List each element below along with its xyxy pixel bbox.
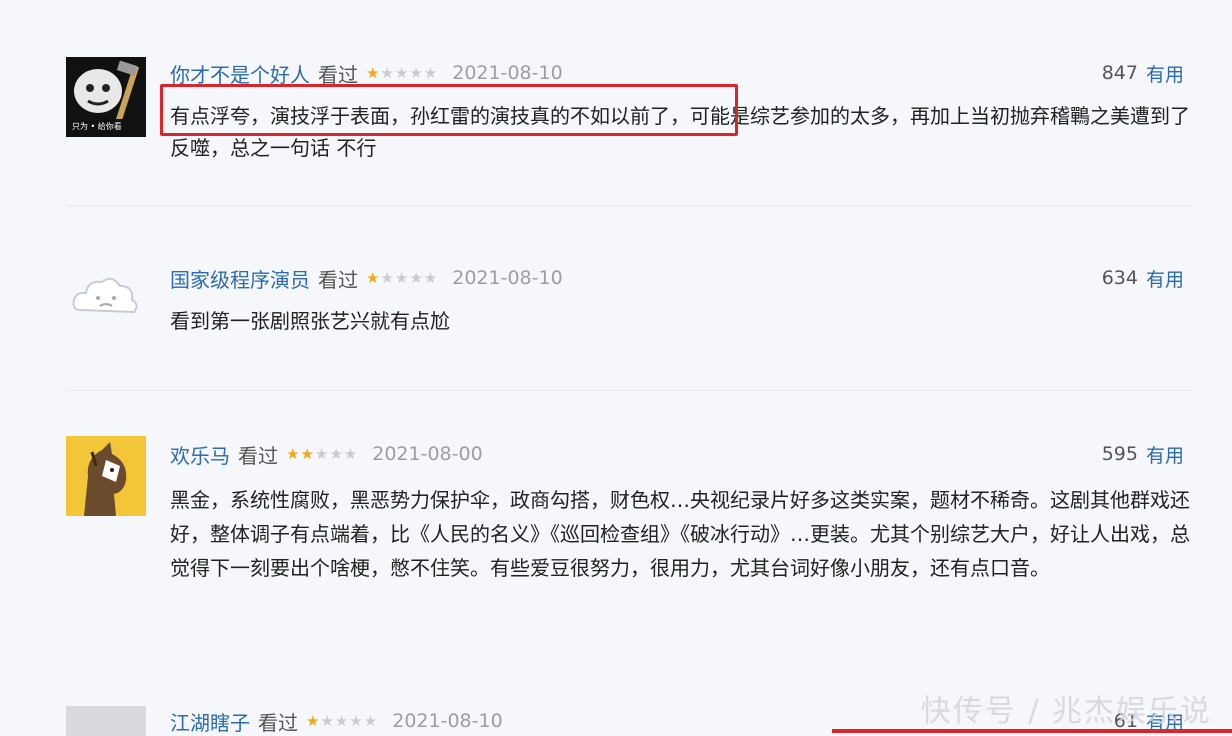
rating-stars: ★★★★★ bbox=[366, 64, 438, 82]
review-text: 黑金，系统性腐败，黑恶势力保护伞，政商勾搭，财色权…央视纪录片好多这类实案，题材… bbox=[170, 488, 1190, 580]
star-filled-icon: ★ bbox=[306, 712, 321, 730]
watch-status: 看过 bbox=[238, 443, 278, 468]
svg-text:只为 • 给你看: 只为 • 给你看 bbox=[72, 121, 122, 131]
star-filled-icon: ★★ bbox=[286, 445, 315, 463]
star-empty-icon: ★★★ bbox=[314, 445, 359, 463]
horse-avatar-icon[interactable] bbox=[66, 436, 146, 516]
useful-button[interactable]: 有用 bbox=[1146, 60, 1184, 87]
divider bbox=[66, 205, 1192, 206]
vote-area: 847 有用 bbox=[1102, 58, 1184, 88]
vote-area: 595 有用 bbox=[1102, 439, 1184, 469]
red-highlight-box bbox=[160, 84, 738, 136]
star-filled-icon: ★ bbox=[366, 269, 381, 287]
watermark: 快传号 / 兆杰娱乐说 bbox=[920, 694, 1212, 729]
review-meta: 江湖瞎子 看过 ★ ★★★★ 2021-08-10 bbox=[170, 706, 503, 736]
review-date: 2021-08-00 bbox=[372, 443, 483, 465]
star-empty-icon: ★★★★ bbox=[320, 712, 379, 730]
watch-status: 看过 bbox=[318, 267, 358, 292]
divider bbox=[66, 390, 1192, 391]
rating-stars: ★★★★★ bbox=[306, 712, 378, 730]
star-empty-icon: ★★★★ bbox=[380, 64, 439, 82]
username-link[interactable]: 江湖瞎子 bbox=[170, 707, 250, 736]
star-empty-icon: ★★★★ bbox=[380, 269, 439, 287]
useful-count: 847 bbox=[1101, 62, 1138, 84]
comment-page: 只为 • 给你看 你才不是个好人 看过 ★ ★★★★ 2021-08-10 847… bbox=[0, 0, 1232, 736]
review-date: 2021-08-10 bbox=[392, 710, 503, 732]
review-meta: 国家级程序演员 看过 ★ ★★★★ 2021-08-10 bbox=[170, 263, 563, 293]
useful-button[interactable]: 有用 bbox=[1146, 265, 1184, 292]
useful-count: 595 bbox=[1101, 443, 1138, 465]
watch-status: 看过 bbox=[258, 710, 298, 735]
review-date: 2021-08-10 bbox=[452, 267, 563, 289]
useful-count: 634 bbox=[1101, 267, 1138, 289]
rating-stars: ★★★★★ bbox=[286, 445, 358, 463]
vote-area: 634 有用 bbox=[1102, 263, 1184, 293]
gray-avatar-icon[interactable] bbox=[66, 706, 146, 736]
useful-button[interactable]: 有用 bbox=[1146, 441, 1184, 468]
rating-stars: ★★★★★ bbox=[366, 269, 438, 287]
username-link[interactable]: 国家级程序演员 bbox=[170, 264, 310, 293]
review-text: 看到第一张剧照张艺兴就有点尬 bbox=[170, 309, 450, 333]
star-filled-icon: ★ bbox=[366, 64, 381, 82]
cloud-avatar-icon[interactable] bbox=[66, 258, 146, 338]
review-meta: 欢乐马 看过 ★★ ★★★ 2021-08-00 bbox=[170, 439, 483, 469]
review-date: 2021-08-10 bbox=[452, 62, 563, 84]
username-link[interactable]: 欢乐马 bbox=[170, 440, 230, 469]
meme-avatar-icon[interactable]: 只为 • 给你看 bbox=[66, 57, 146, 137]
